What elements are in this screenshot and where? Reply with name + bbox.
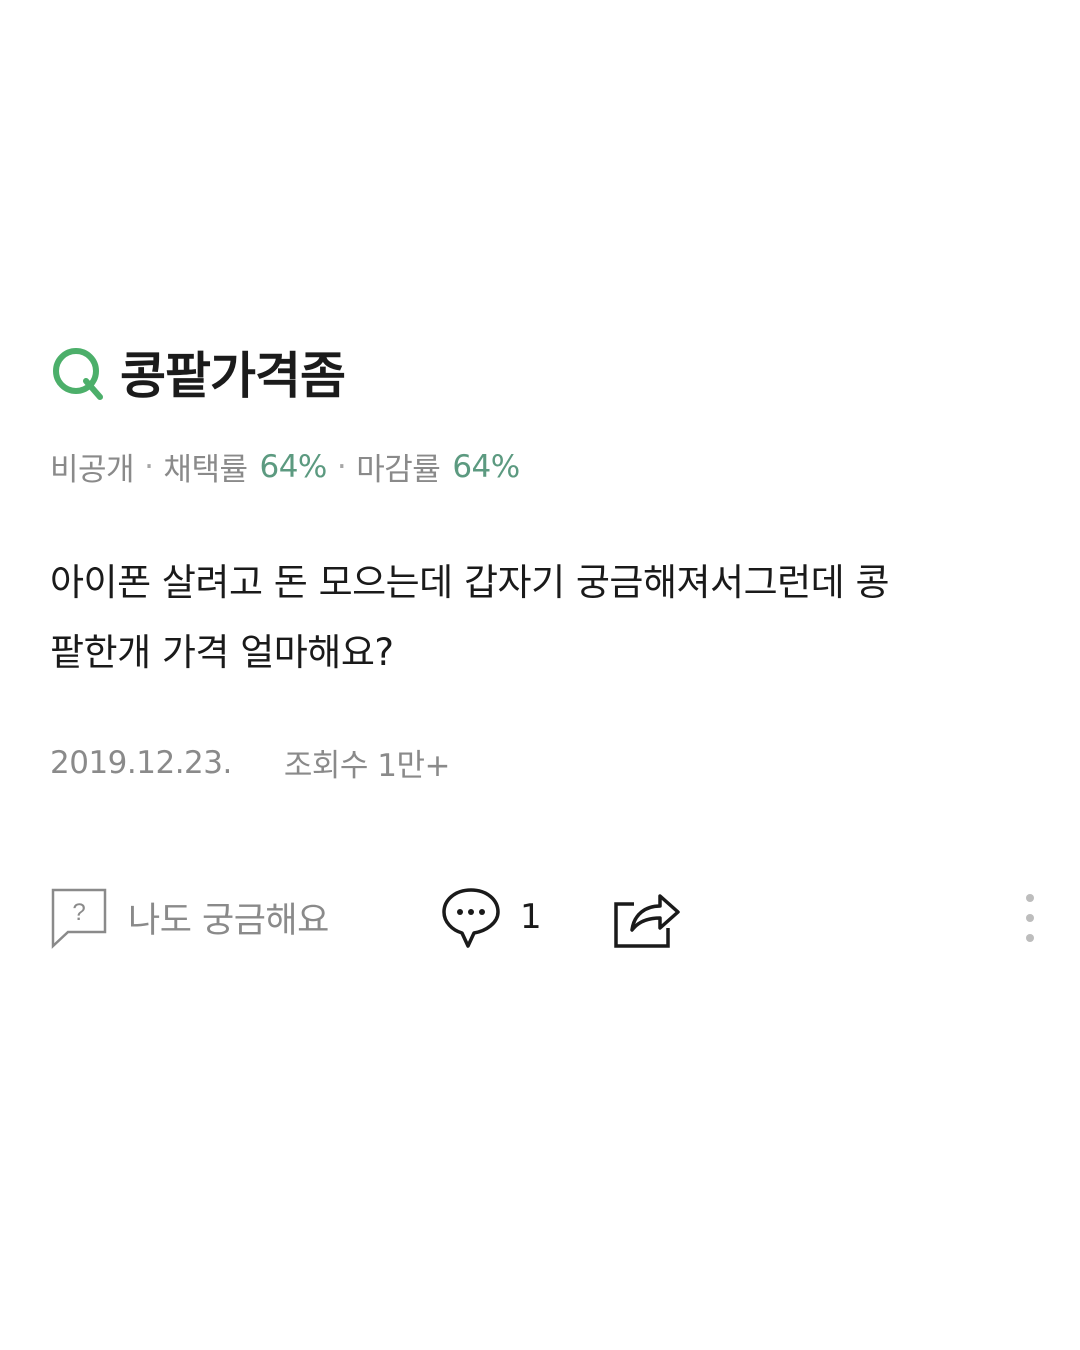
question-body-line: 아이폰 살려고 돈 모으는데 갑자기 궁금해져서그런데 콩: [50, 561, 890, 604]
question-body-line: 팥한개 가격 얼마해요?: [50, 631, 394, 674]
meta-separator: ·: [336, 448, 347, 485]
comment-bubble-icon: [442, 888, 500, 948]
close-rate-label: 마감률: [356, 452, 441, 488]
meta-separator: ·: [144, 448, 154, 485]
adoption-rate-label: 채택률: [163, 452, 248, 488]
adoption-rate-value: 64%: [259, 448, 327, 485]
close-rate-value: 64%: [452, 448, 520, 485]
view-count: 조회수 1만+: [283, 748, 451, 784]
comment-count: 1: [520, 897, 542, 937]
more-vertical-icon[interactable]: [1020, 888, 1040, 948]
question-title: 콩팥가격좀: [50, 336, 346, 408]
post-date: 2019.12.23.: [50, 744, 232, 781]
me-too-curious-label: 나도 궁금해요: [128, 900, 329, 941]
svg-text:?: ?: [72, 899, 85, 926]
comment-button[interactable]: 1: [440, 884, 542, 950]
share-button[interactable]: [610, 884, 682, 954]
action-bar: ? 나도 궁금해요 1: [50, 884, 1040, 954]
me-too-curious-button[interactable]: ? 나도 궁금해요: [50, 884, 329, 950]
q-letter-icon: [53, 348, 103, 400]
question-body: 아이폰 살려고 돈 모으는데 갑자기 궁금해져서그런데 콩 팥한개 가격 얼마해…: [50, 548, 1030, 688]
question-bubble-icon: ?: [51, 888, 107, 949]
question-info: 2019.12.23. 조회수 1만+: [50, 740, 451, 785]
question-meta: 비공개 · 채택률 64% · 마감률 64%: [50, 444, 520, 489]
share-icon: [614, 894, 680, 948]
visibility-label: 비공개: [50, 452, 135, 488]
question-title-text: 콩팥가격좀: [120, 347, 346, 405]
